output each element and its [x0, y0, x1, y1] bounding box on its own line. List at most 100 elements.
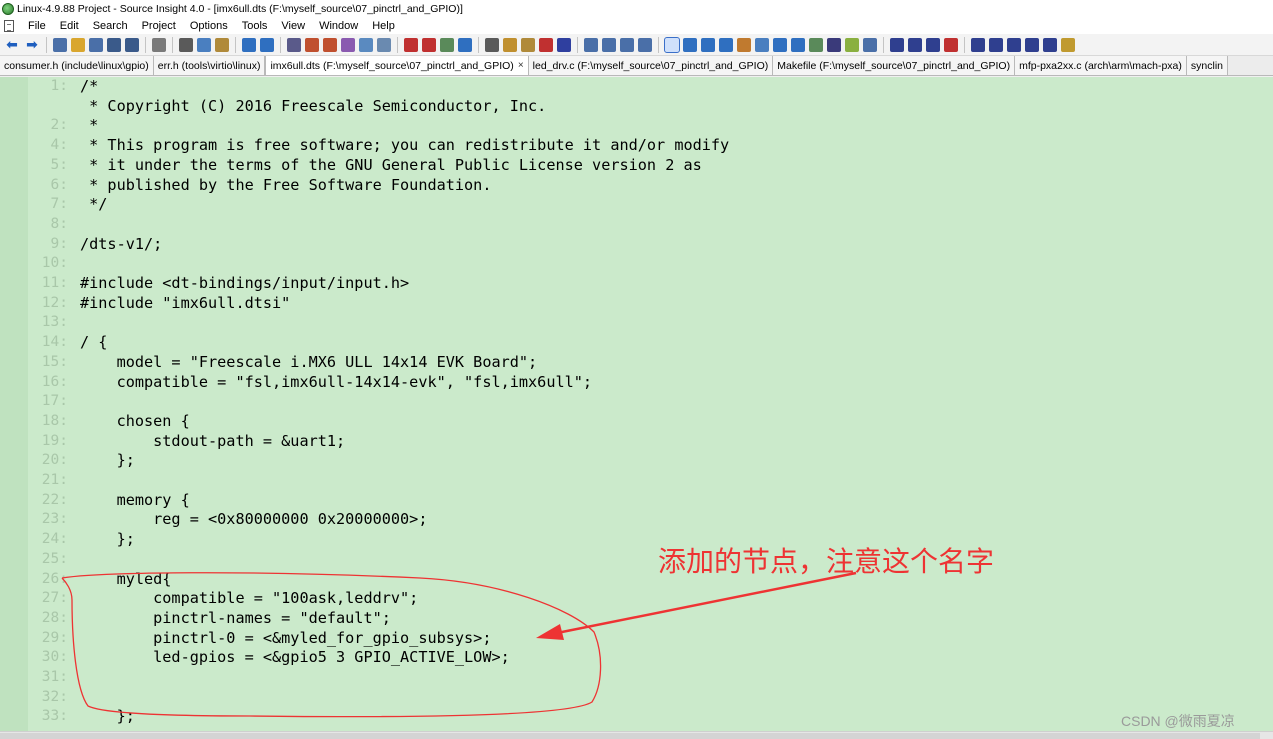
window-titlebar[interactable]: Linux-4.9.88 Project - Source Insight 4.…: [0, 0, 1273, 17]
toolbar-button-icon[interactable]: [584, 37, 598, 52]
toolbar-button-icon[interactable]: [971, 37, 985, 52]
code-line[interactable]: 25:: [0, 550, 1273, 570]
file-tab[interactable]: consumer.h (include\linux\gpio): [0, 56, 154, 75]
code-line[interactable]: 16: compatible = "fsl,imx6ull-14x14-evk"…: [0, 373, 1273, 393]
toolbar-button-icon[interactable]: [557, 37, 571, 52]
toolbar-button-icon[interactable]: [908, 37, 922, 52]
code-line[interactable]: 21:: [0, 471, 1273, 491]
file-tab[interactable]: synclin: [1186, 56, 1228, 75]
toolbar-button-icon[interactable]: [539, 37, 553, 52]
toolbar-button-icon[interactable]: [260, 37, 274, 52]
code-line[interactable]: 31:: [0, 668, 1273, 688]
toolbar-button-icon[interactable]: [1025, 37, 1039, 52]
toolbar-button-icon[interactable]: [305, 37, 319, 52]
document-menu-icon[interactable]: [4, 19, 14, 32]
toolbar-button-icon[interactable]: [683, 37, 697, 52]
toolbar-button-icon[interactable]: [1007, 37, 1021, 52]
code-line[interactable]: 15: model = "Freescale i.MX6 ULL 14x14 E…: [0, 353, 1273, 373]
code-line[interactable]: 5: * it under the terms of the GNU Gener…: [0, 156, 1273, 176]
file-tab[interactable]: imx6ull.dts (F:\myself_source\07_pinctrl…: [265, 56, 529, 75]
code-line[interactable]: 28: pinctrl-names = "default";: [0, 609, 1273, 629]
toolbar-button-icon[interactable]: [404, 37, 418, 52]
toolbar-button-icon[interactable]: [197, 37, 211, 52]
code-line[interactable]: 14: / {: [0, 333, 1273, 353]
code-editor[interactable]: 1: /* * Copyright (C) 2016 Freescale Semi…: [0, 77, 1273, 731]
code-line[interactable]: 22: memory {: [0, 491, 1273, 511]
toolbar-button-icon[interactable]: [737, 37, 751, 52]
toolbar-button-icon[interactable]: [664, 36, 680, 53]
menu-project[interactable]: Project: [136, 20, 184, 32]
toolbar-button-icon[interactable]: [989, 37, 1003, 52]
code-line[interactable]: 24: };: [0, 530, 1273, 550]
code-line[interactable]: 8:: [0, 215, 1273, 235]
code-line[interactable]: 23: reg = <0x80000000 0x20000000>;: [0, 510, 1273, 530]
code-line[interactable]: 13:: [0, 313, 1273, 333]
toolbar-button-icon[interactable]: [458, 37, 472, 52]
menu-file[interactable]: File: [22, 20, 54, 32]
code-line[interactable]: * Copyright (C) 2016 Freescale Semicondu…: [0, 97, 1273, 117]
toolbar-button-icon[interactable]: [926, 37, 940, 52]
file-tab[interactable]: led_drv.c (F:\myself_source\07_pinctrl_a…: [528, 56, 774, 75]
code-line[interactable]: 12: #include "imx6ull.dtsi": [0, 294, 1273, 314]
toolbar-button-icon[interactable]: [152, 37, 166, 52]
toolbar-button-icon[interactable]: [863, 37, 877, 52]
toolbar-button-icon[interactable]: [521, 37, 535, 52]
code-line[interactable]: 7: */: [0, 195, 1273, 215]
toolbar-button-icon[interactable]: [323, 37, 337, 52]
menu-edit[interactable]: Edit: [54, 20, 87, 32]
code-line[interactable]: 2: *: [0, 116, 1273, 136]
toolbar-button-icon[interactable]: [809, 37, 823, 52]
code-line[interactable]: 10:: [0, 254, 1273, 274]
toolbar-button-icon[interactable]: [1043, 37, 1057, 52]
toolbar-button-icon[interactable]: [125, 37, 139, 52]
code-line[interactable]: 9: /dts-v1/;: [0, 235, 1273, 255]
file-tab[interactable]: err.h (tools\virtio\linux): [153, 56, 266, 75]
horizontal-scrollbar[interactable]: [0, 731, 1273, 739]
toolbar-button-icon[interactable]: [422, 37, 436, 52]
toolbar-button-icon[interactable]: [827, 37, 841, 52]
code-line[interactable]: 30: led-gpios = <&gpio5 3 GPIO_ACTIVE_LO…: [0, 648, 1273, 668]
toolbar-button-icon[interactable]: [773, 37, 787, 52]
forward-arrow-icon[interactable]: ➡: [24, 36, 40, 52]
close-tab-icon[interactable]: ×: [518, 60, 524, 71]
toolbar-button-icon[interactable]: [179, 37, 193, 52]
menu-view[interactable]: View: [275, 20, 313, 32]
toolbar-button-icon[interactable]: [845, 37, 859, 52]
toolbar-button-icon[interactable]: [638, 37, 652, 52]
toolbar-button-icon[interactable]: [242, 37, 256, 52]
code-line[interactable]: 11: #include <dt-bindings/input/input.h>: [0, 274, 1273, 294]
toolbar-button-icon[interactable]: [89, 37, 103, 52]
toolbar-button-icon[interactable]: [1061, 37, 1075, 52]
menu-window[interactable]: Window: [313, 20, 366, 32]
toolbar-button-icon[interactable]: [107, 37, 121, 52]
code-line[interactable]: 1: /*: [0, 77, 1273, 97]
menu-options[interactable]: Options: [184, 20, 236, 32]
back-arrow-icon[interactable]: ⬅: [4, 36, 20, 52]
toolbar-button-icon[interactable]: [602, 37, 616, 52]
code-line[interactable]: 29: pinctrl-0 = <&myled_for_gpio_subsys>…: [0, 629, 1273, 649]
menu-help[interactable]: Help: [366, 20, 403, 32]
toolbar-button-icon[interactable]: [890, 37, 904, 52]
toolbar-button-icon[interactable]: [215, 37, 229, 52]
code-line[interactable]: 32:: [0, 688, 1273, 708]
toolbar-button-icon[interactable]: [377, 37, 391, 52]
toolbar-button-icon[interactable]: [359, 37, 373, 52]
toolbar-button-icon[interactable]: [503, 37, 517, 52]
code-line[interactable]: 27: compatible = "100ask,leddrv";: [0, 589, 1273, 609]
code-line[interactable]: 19: stdout-path = &uart1;: [0, 432, 1273, 452]
code-line[interactable]: 20: };: [0, 451, 1273, 471]
code-line[interactable]: 17:: [0, 392, 1273, 412]
menu-search[interactable]: Search: [87, 20, 136, 32]
code-line[interactable]: 4: * This program is free software; you …: [0, 136, 1273, 156]
toolbar-button-icon[interactable]: [53, 37, 67, 52]
toolbar-button-icon[interactable]: [791, 37, 805, 52]
menu-tools[interactable]: Tools: [236, 20, 276, 32]
toolbar-button-icon[interactable]: [620, 37, 634, 52]
toolbar-button-icon[interactable]: [719, 37, 733, 52]
toolbar-button-icon[interactable]: [755, 37, 769, 52]
toolbar-button-icon[interactable]: [485, 37, 499, 52]
toolbar-button-icon[interactable]: [287, 37, 301, 52]
code-line[interactable]: 33: };: [0, 707, 1273, 727]
toolbar-button-icon[interactable]: [944, 37, 958, 52]
toolbar-button-icon[interactable]: [701, 37, 715, 52]
